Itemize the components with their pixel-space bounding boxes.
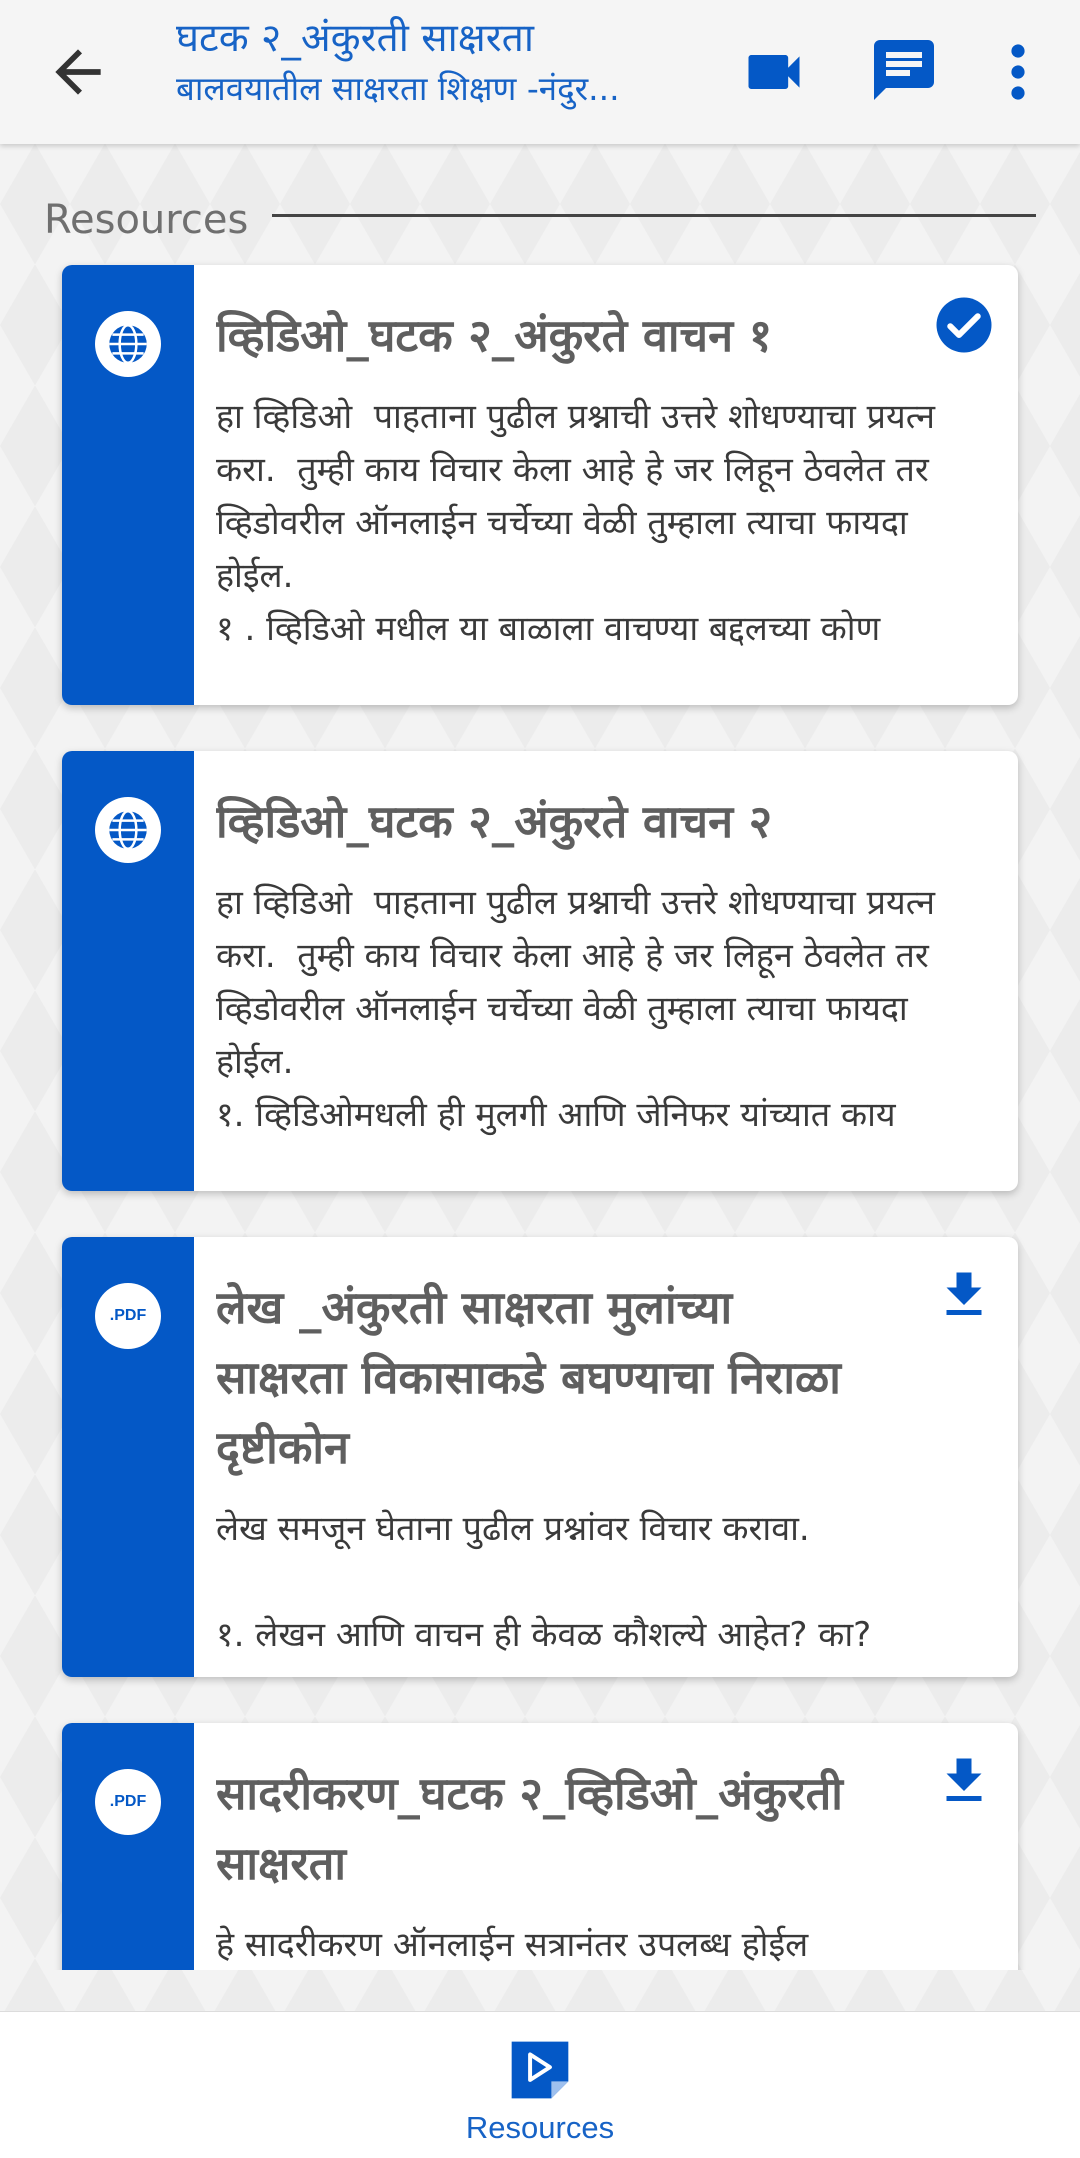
- more-vertical-icon: [1011, 44, 1025, 100]
- app-bar: घटक २_अंकुरती साक्षरता बालवयातील साक्षरत…: [0, 0, 1080, 144]
- download-icon: [946, 1272, 982, 1315]
- page-title: घटक २_अंकुरती साक्षरता: [176, 16, 534, 61]
- card-title: सादरीकरण_घटक २_व्हिडिओ_अंकुरती साक्षरता: [216, 1767, 843, 1890]
- section-title: Resources: [44, 197, 249, 243]
- header-titles: घटक २_अंकुरती साक्षरता बालवयातील साक्षरत…: [176, 14, 696, 114]
- card-description: हा व्हिडिओ पाहताना पुढील प्रश्नाची उत्तर…: [216, 397, 936, 649]
- chat-icon: [874, 40, 934, 100]
- card-type-strip: [62, 265, 194, 705]
- card-title: व्हिडिओ_घटक २_अंकुरते वाचन १: [216, 309, 773, 362]
- video-call-button[interactable]: [740, 38, 808, 106]
- card-description: लेख समजून घेताना पुढील प्रश्नांवर विचार …: [216, 1509, 872, 1655]
- resource-list[interactable]: व्हिडिओ_घटक २_अंकुरते वाचन १ हा व्हिडिओ …: [0, 250, 1080, 1970]
- download-icon: [946, 1758, 982, 1801]
- section-divider: [272, 214, 1036, 217]
- check-circle-icon: [934, 295, 994, 355]
- card-type-strip: .PDF: [62, 1723, 194, 1970]
- card-body: सादरीकरण_घटक २_व्हिडिओ_अंकुरती साक्षरता …: [216, 1759, 978, 1970]
- pdf-file-icon: .PDF: [95, 1769, 161, 1835]
- card-body: लेख _अंकुरती साक्षरता मुलांच्या साक्षरता…: [216, 1273, 978, 1677]
- resource-card[interactable]: .PDF सादरीकरण_घटक २_व्हिडिओ_अंकुरती साक्…: [62, 1723, 1018, 1970]
- globe-icon: [95, 311, 161, 377]
- play-resources-icon: [506, 2036, 574, 2104]
- nav-item-resources[interactable]: Resources: [440, 2036, 640, 2152]
- nav-item-label: Resources: [465, 2110, 615, 2145]
- card-type-strip: .PDF: [62, 1237, 194, 1677]
- back-button[interactable]: [44, 38, 112, 106]
- resources-section-header: Resources: [44, 190, 1036, 250]
- more-options-button[interactable]: [992, 36, 1044, 108]
- resource-card[interactable]: .PDF लेख _अंकुरती साक्षरता मुलांच्या साक…: [62, 1237, 1018, 1677]
- resource-card[interactable]: व्हिडिओ_घटक २_अंकुरते वाचन २ हा व्हिडिओ …: [62, 751, 1018, 1191]
- chat-button[interactable]: [868, 34, 940, 106]
- download-button[interactable]: [934, 1751, 994, 1811]
- card-title: व्हिडिओ_घटक २_अंकुरते वाचन २: [216, 795, 773, 848]
- card-body: व्हिडिओ_घटक २_अंकुरते वाचन २ हा व्हिडिओ …: [216, 787, 978, 1191]
- download-button[interactable]: [934, 1265, 994, 1325]
- video-camera-icon: [748, 55, 800, 89]
- card-description: हा व्हिडिओ पाहताना पुढील प्रश्नाची उत्तर…: [216, 883, 936, 1135]
- card-type-strip: [62, 751, 194, 1191]
- card-description: हे सादरीकरण ऑनलाईन सत्रानंतर उपलब्ध होईल: [216, 1925, 809, 1965]
- resource-card[interactable]: व्हिडिओ_घटक २_अंकुरते वाचन १ हा व्हिडिओ …: [62, 265, 1018, 705]
- card-body: व्हिडिओ_घटक २_अंकुरते वाचन १ हा व्हिडिओ …: [216, 301, 978, 705]
- bottom-navigation: Resources: [0, 2011, 1080, 2158]
- card-title: लेख _अंकुरती साक्षरता मुलांच्या साक्षरता…: [216, 1281, 841, 1474]
- pdf-file-icon: .PDF: [95, 1283, 161, 1349]
- arrow-left-icon: [55, 49, 101, 95]
- globe-icon: [95, 797, 161, 863]
- page-subtitle: बालवयातील साक्षरता शिक्षण -नंदुर...: [176, 69, 620, 108]
